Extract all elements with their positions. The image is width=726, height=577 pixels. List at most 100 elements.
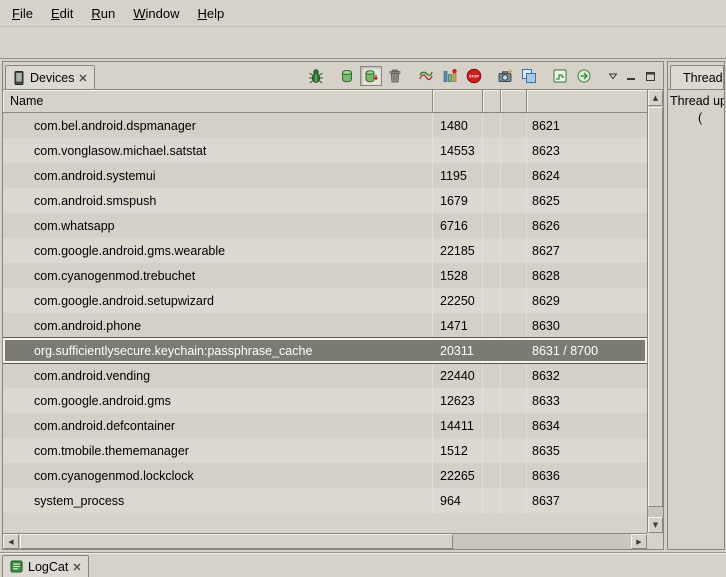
table-row[interactable]: com.whatsapp67168626: [3, 213, 647, 238]
minimize-button[interactable]: [623, 66, 640, 86]
dump-hprof-button[interactable]: [360, 66, 382, 86]
process-cell-4: [501, 213, 527, 238]
process-cell-3: [483, 313, 501, 338]
tab-logcat[interactable]: LogCat: [2, 555, 89, 577]
table-row[interactable]: com.cyanogenmod.trebuchet15288628: [3, 263, 647, 288]
scroll-right-button[interactable]: ▶: [631, 534, 647, 549]
scroll-up-button[interactable]: ▲: [648, 90, 663, 106]
opengl-trace-button[interactable]: [573, 66, 595, 86]
process-port: 8623: [527, 138, 647, 163]
process-port: 8621: [527, 113, 647, 138]
threads-message-line2: (: [670, 110, 722, 127]
menu-window[interactable]: Window: [124, 0, 188, 26]
threads-tabbar: Threads: [668, 62, 724, 89]
column-header-3[interactable]: [483, 90, 501, 113]
menu-help[interactable]: Help: [188, 0, 233, 26]
process-cell-4: [501, 463, 527, 488]
tab-devices[interactable]: Devices: [5, 65, 95, 89]
process-name: system_process: [3, 488, 433, 513]
process-cell-4: [501, 413, 527, 438]
process-port: 8627: [527, 238, 647, 263]
table-row[interactable]: com.android.systemui11958624: [3, 163, 647, 188]
table-row[interactable]: com.tmobile.thememanager15128635: [3, 438, 647, 463]
debug-process-icon: [308, 68, 324, 84]
process-name: com.android.systemui: [3, 163, 433, 188]
process-name: com.tmobile.thememanager: [3, 438, 433, 463]
process-port: 8633: [527, 388, 647, 413]
process-name: com.android.vending: [3, 363, 433, 388]
column-header-name[interactable]: Name: [3, 90, 433, 113]
screen-capture-button[interactable]: [494, 66, 516, 86]
table-row[interactable]: com.cyanogenmod.lockclock222658636: [3, 463, 647, 488]
process-name: com.cyanogenmod.lockclock: [3, 463, 433, 488]
process-cell-3: [483, 413, 501, 438]
process-pid: 1512: [433, 438, 483, 463]
table-row[interactable]: com.vonglasow.michael.satstat145538623: [3, 138, 647, 163]
menu-run[interactable]: Run: [82, 0, 124, 26]
menu-file[interactable]: File: [3, 0, 42, 26]
device-table-rows: com.bel.android.dspmanager14808621com.vo…: [3, 113, 647, 533]
process-pid: 22250: [433, 288, 483, 313]
table-row[interactable]: com.google.android.gms.wearable221858627: [3, 238, 647, 263]
horizontal-scrollbar[interactable]: ◀ ▶: [3, 533, 647, 549]
update-threads-button[interactable]: [415, 66, 437, 86]
update-heap-button[interactable]: [336, 66, 358, 86]
process-cell-3: [483, 463, 501, 488]
column-header-4[interactable]: [501, 90, 527, 113]
process-port: 8632: [527, 363, 647, 388]
vertical-scrollbar[interactable]: ▲ ▼: [647, 90, 663, 533]
process-cell-3: [483, 263, 501, 288]
process-port: 8630: [527, 313, 647, 338]
process-name: com.google.android.setupwizard: [3, 288, 433, 313]
table-row[interactable]: com.google.android.gms126238633: [3, 388, 647, 413]
bottom-tab-strip: LogCat: [0, 552, 726, 577]
debug-process-button[interactable]: [305, 66, 327, 86]
stop-label: STOP: [469, 75, 479, 79]
table-row[interactable]: org.sufficientlysecure.keychain:passphra…: [3, 338, 647, 363]
menu-bar: FileEditRunWindowHelp: [0, 0, 726, 27]
devices-tabbar: Devices: [3, 62, 663, 89]
maximize-button[interactable]: [642, 66, 659, 86]
scroll-down-button[interactable]: ▼: [648, 517, 663, 533]
process-cell-4: [501, 238, 527, 263]
cause-gc-icon: [387, 68, 403, 84]
systrace-button[interactable]: [549, 66, 571, 86]
update-threads-icon: [418, 68, 434, 84]
column-header-pid[interactable]: [433, 90, 483, 113]
process-cell-4: [501, 263, 527, 288]
close-icon[interactable]: [79, 74, 87, 82]
tab-threads[interactable]: Threads: [670, 65, 724, 89]
view-hierarchy-button[interactable]: [518, 66, 540, 86]
process-cell-3: [483, 188, 501, 213]
table-row[interactable]: com.android.vending22440 8632: [3, 363, 647, 388]
screen-capture-icon: [497, 68, 513, 84]
tab-logcat-label: LogCat: [28, 560, 68, 574]
table-row[interactable]: com.bel.android.dspmanager14808621: [3, 113, 647, 138]
close-icon[interactable]: [73, 563, 81, 571]
process-pid: 22440: [433, 363, 483, 388]
scroll-left-button[interactable]: ◀: [3, 534, 19, 549]
column-header-port[interactable]: [527, 90, 647, 113]
vertical-scroll-thumb[interactable]: [648, 107, 663, 507]
update-heap-icon: [339, 68, 355, 84]
stop-process-button[interactable]: STOP: [463, 66, 485, 86]
horizontal-scroll-thumb[interactable]: [20, 534, 453, 549]
table-row[interactable]: com.android.smspush16798625: [3, 188, 647, 213]
process-cell-3: [483, 488, 501, 513]
process-cell-3: [483, 138, 501, 163]
menu-edit[interactable]: Edit: [42, 0, 82, 26]
cause-gc-button[interactable]: [384, 66, 406, 86]
method-profiling-button[interactable]: [439, 66, 461, 86]
process-cell-3: [483, 238, 501, 263]
table-row[interactable]: com.google.android.setupwizard222508629: [3, 288, 647, 313]
method-profiling-icon: [442, 68, 458, 84]
view-menu-button[interactable]: [604, 66, 621, 86]
table-row[interactable]: com.android.defcontainer144118634: [3, 413, 647, 438]
view-hierarchy-icon: [521, 68, 537, 84]
table-row[interactable]: com.android.phone14718630: [3, 313, 647, 338]
process-cell-3: [483, 438, 501, 463]
main-area: Devices: [0, 59, 726, 552]
process-name: com.google.android.gms.wearable: [3, 238, 433, 263]
table-row[interactable]: system_process9648637: [3, 488, 647, 513]
process-pid: 12623: [433, 388, 483, 413]
